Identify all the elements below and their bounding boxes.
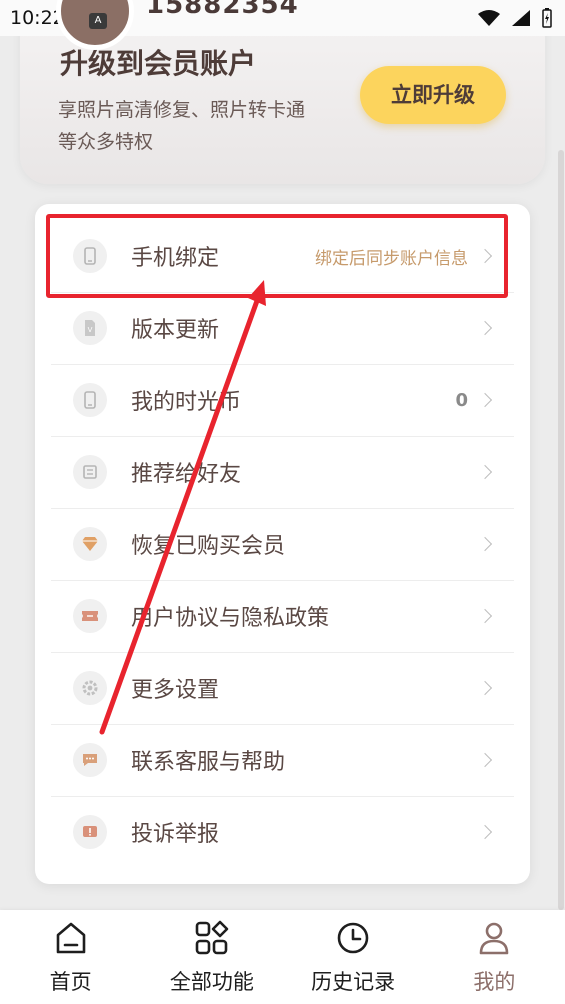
annotation-arrow — [99, 280, 266, 735]
